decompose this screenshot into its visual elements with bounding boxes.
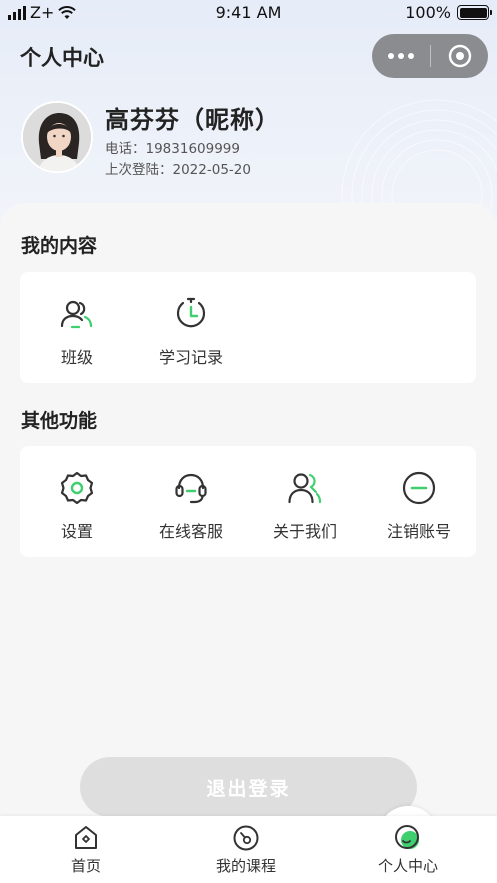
target-close-icon[interactable] xyxy=(431,43,488,69)
grid-item-label: 关于我们 xyxy=(272,522,337,541)
course-icon xyxy=(232,824,260,852)
tab-my-courses[interactable]: 我的课程 xyxy=(163,816,329,883)
avatar[interactable] xyxy=(21,101,93,173)
settings-gear-icon xyxy=(59,470,95,506)
last-login-date: 上次登陆：2022-05-20 xyxy=(105,162,251,178)
grid-item-delete-account[interactable]: 注销账号 xyxy=(362,446,476,557)
grid-item-label: 在线客服 xyxy=(158,522,223,541)
status-bar: Z+ 9:41 AM 100% xyxy=(0,0,497,26)
grid-item-study-record[interactable]: 学习记录 xyxy=(134,272,248,383)
page-title: 个人中心 xyxy=(20,46,104,70)
logout-button[interactable]: 退出登录 xyxy=(80,757,417,817)
grid-item-about-us[interactable]: 关于我们 xyxy=(248,446,362,557)
battery-icon xyxy=(457,5,492,20)
class-people-icon xyxy=(59,296,95,332)
grid-item-label: 班级 xyxy=(60,348,93,367)
study-record-clock-icon xyxy=(173,296,209,332)
tab-home[interactable]: 首页 xyxy=(3,816,169,883)
other-functions-card: 设置 在线客服 关于我们 注销账号 xyxy=(20,446,476,557)
tab-label: 我的课程 xyxy=(215,857,276,875)
tab-label: 个人中心 xyxy=(377,857,438,875)
status-right: 100% xyxy=(405,3,492,22)
home-icon xyxy=(72,824,100,852)
my-content-card: 班级 学习记录 xyxy=(20,272,476,383)
battery-percent: 100% xyxy=(405,3,451,22)
grid-item-label: 注销账号 xyxy=(386,522,451,541)
grid-item-label: 设置 xyxy=(60,522,93,541)
user-phone: 电话：19831609999 xyxy=(105,141,240,157)
mini-program-capsule xyxy=(372,34,488,78)
grid-item-class[interactable]: 班级 xyxy=(20,272,134,383)
section-title-other-functions: 其他功能 xyxy=(21,410,98,432)
tab-profile-center[interactable]: 个人中心 xyxy=(325,816,491,883)
section-title-my-content: 我的内容 xyxy=(21,235,98,257)
headset-icon xyxy=(173,470,209,506)
user-nickname: 高芬芬（昵称） xyxy=(105,106,280,134)
tab-bar: 首页 我的课程 个人中心 xyxy=(0,816,497,883)
grid-item-online-service[interactable]: 在线客服 xyxy=(134,446,248,557)
minus-circle-icon xyxy=(401,470,437,506)
about-us-people-icon xyxy=(287,470,323,506)
grid-item-label: 学习记录 xyxy=(158,348,223,367)
tab-label: 首页 xyxy=(70,857,101,875)
profile-icon xyxy=(394,824,422,852)
more-dots-icon[interactable] xyxy=(372,53,430,59)
grid-item-settings[interactable]: 设置 xyxy=(20,446,134,557)
